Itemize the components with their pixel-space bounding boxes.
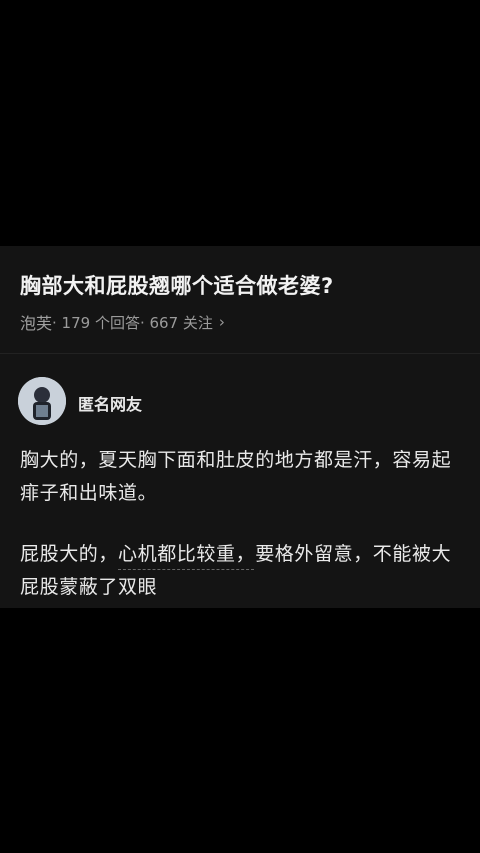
- chevron-right-icon[interactable]: ›: [219, 313, 225, 331]
- divider: [0, 353, 480, 354]
- question-title[interactable]: 胸部大和屁股翘哪个适合做老婆?: [20, 270, 334, 300]
- answer-count: · 179 个回答: [52, 313, 140, 332]
- answer-paragraph-1: 胸大的，夏天胸下面和肚皮的地方都是汗，容易起痱子和出味道。: [20, 449, 452, 504]
- answer-paragraph-2: 屁股大的，心机都比较重，要格外留意，不能被大屁股蒙蔽了双眼: [20, 543, 452, 598]
- text-underline-mark: [118, 569, 254, 570]
- avatar[interactable]: [18, 377, 66, 425]
- follower-count: · 667 关注: [139, 313, 213, 332]
- answer-username[interactable]: 匿名网友: [78, 391, 142, 415]
- top-black-area: [0, 0, 480, 246]
- question-meta[interactable]: 泡芙 · 179 个回答 · 667 关注 ›: [20, 310, 225, 334]
- question-author[interactable]: 泡芙: [20, 310, 52, 334]
